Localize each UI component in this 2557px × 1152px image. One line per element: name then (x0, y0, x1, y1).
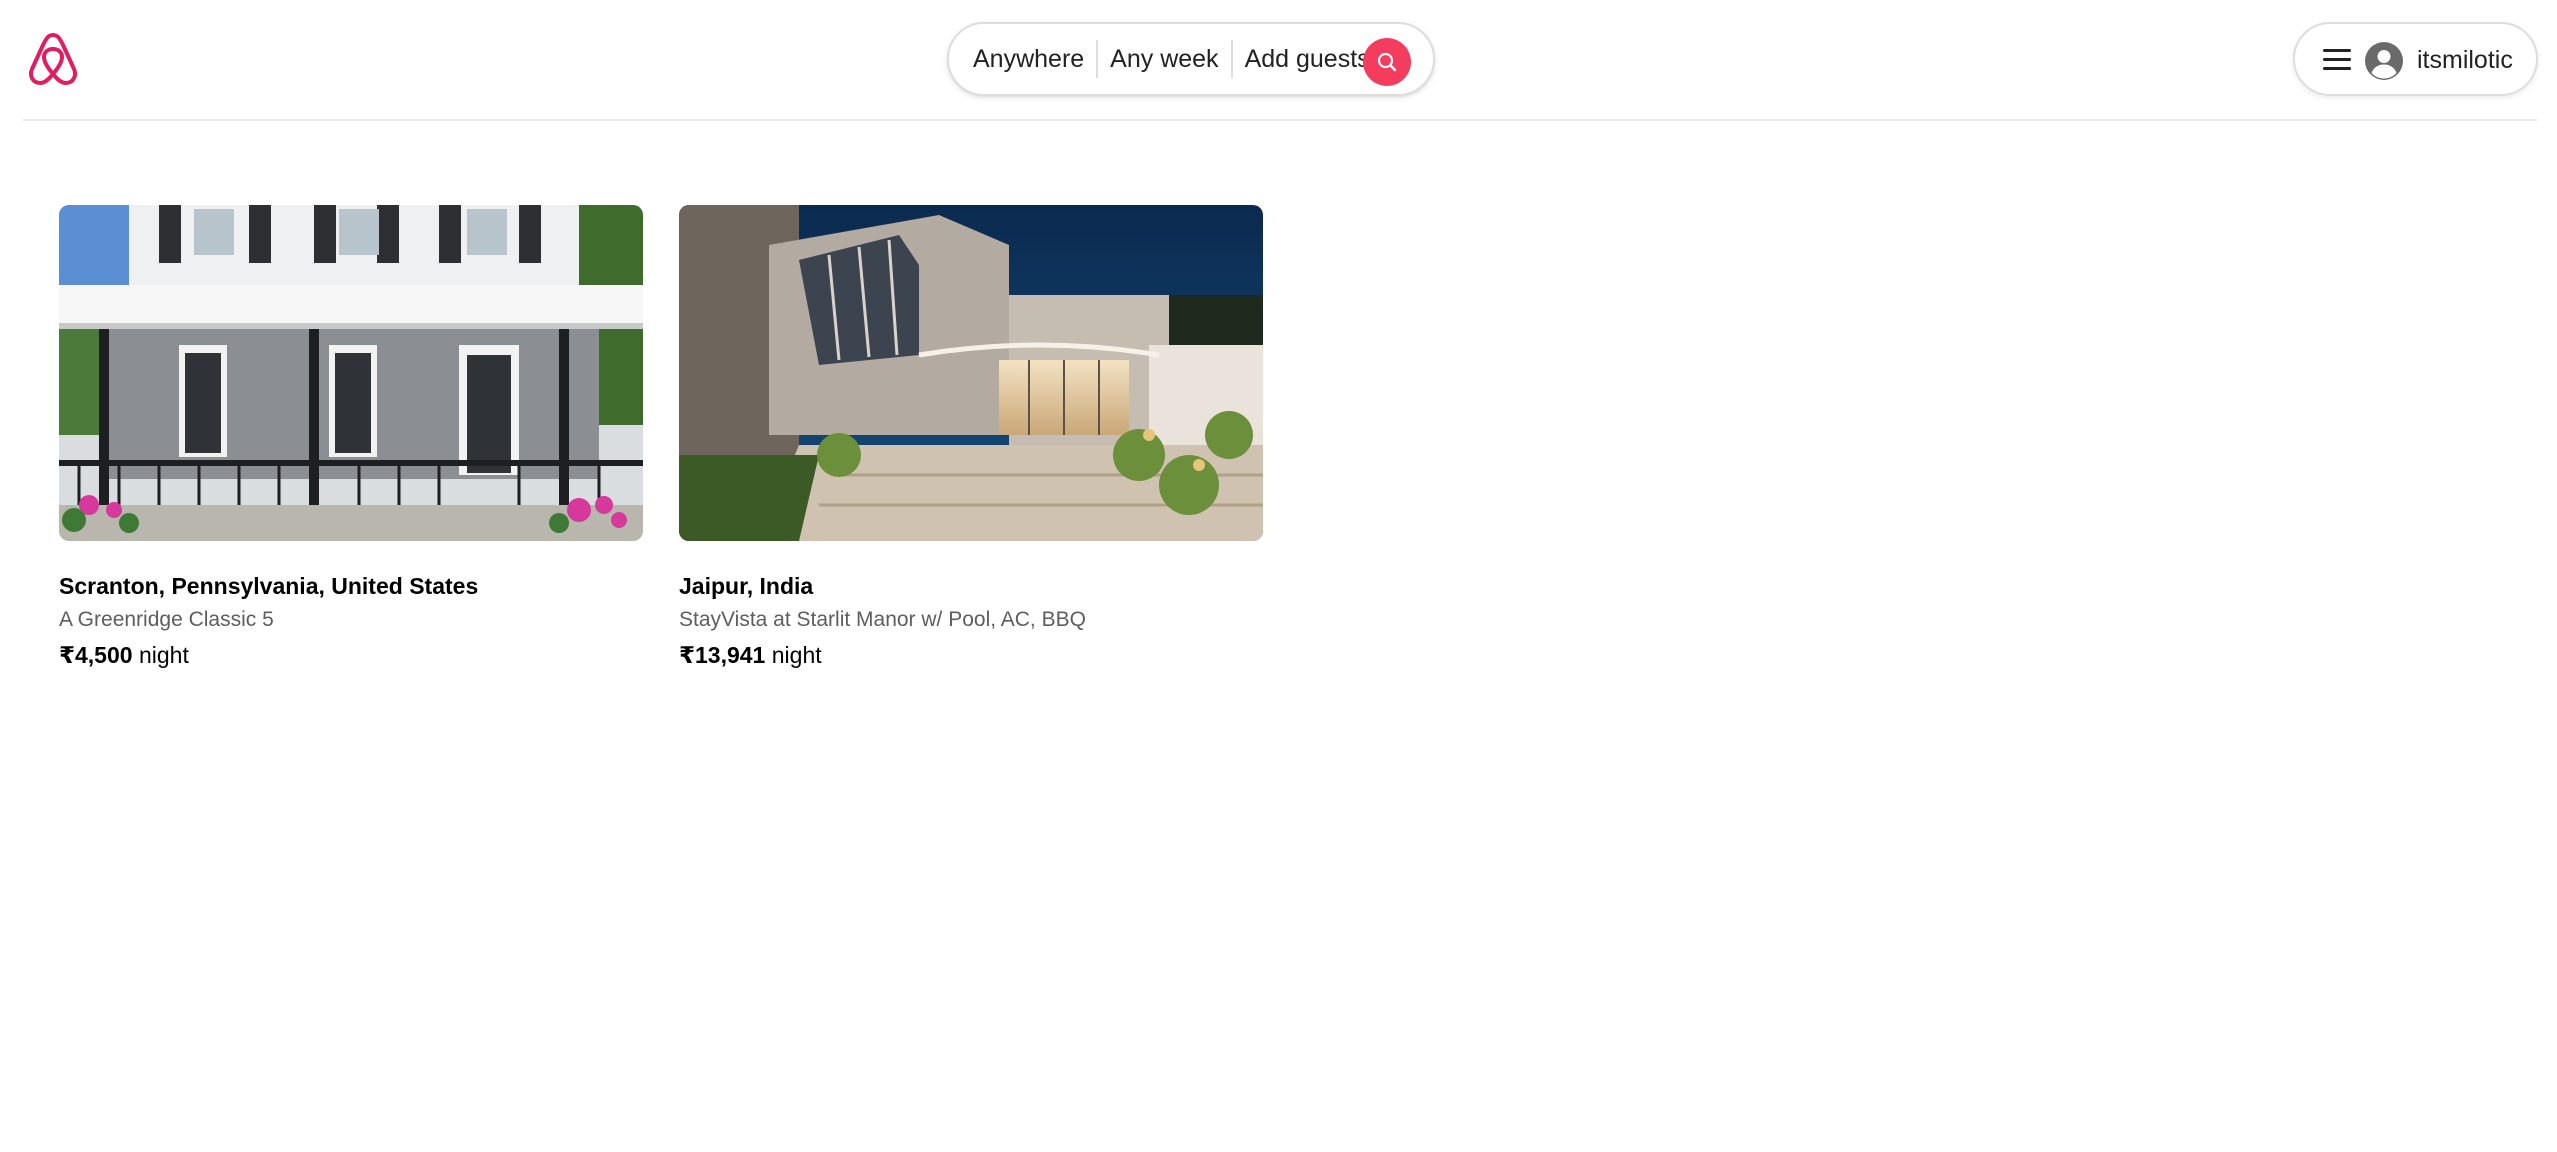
top-navbar: Anywhere Any week Add guests itsmilotic (0, 0, 2557, 121)
listing-photo-white-house[interactable] (59, 205, 643, 541)
listing-title: StayVista at Starlit Manor w/ Pool, AC, … (679, 608, 1086, 631)
search-divider (1230, 40, 1233, 78)
listing-card[interactable]: Scranton, Pennsylvania, United States A … (59, 205, 643, 669)
search-dates-any-week[interactable]: Any week (1110, 45, 1218, 74)
listing-price: ₹4,500 (59, 642, 133, 668)
user-avatar-icon (2365, 42, 2403, 80)
listing-price-row: ₹13,941 night (679, 642, 1263, 669)
listing-title: A Greenridge Classic 5 (59, 608, 274, 631)
listing-price: ₹13,941 (679, 642, 766, 668)
listing-location: Jaipur, India (679, 573, 814, 599)
listing-price-unit: night (138, 642, 189, 668)
listing-price-unit: night (771, 642, 822, 668)
listing-price-row: ₹4,500 night (59, 642, 643, 669)
listing-card[interactable]: Jaipur, India StayVista at Starlit Manor… (679, 205, 1263, 669)
header-divider (23, 119, 2537, 121)
search-divider (1096, 40, 1099, 78)
username-label: itsmilotic (2417, 46, 2513, 74)
search-location-anywhere[interactable]: Anywhere (973, 45, 1084, 74)
search-icon (1377, 52, 1397, 72)
search-bar[interactable]: Anywhere Any week Add guests (947, 22, 1435, 96)
hamburger-menu-icon (2323, 49, 2353, 71)
search-guests-add[interactable]: Add guests (1245, 45, 1370, 74)
user-menu-button[interactable]: itsmilotic (2293, 22, 2538, 96)
search-button[interactable] (1363, 38, 1411, 86)
listing-location: Scranton, Pennsylvania, United States (59, 573, 479, 599)
listing-photo-modern-villa[interactable] (679, 205, 1263, 541)
airbnb-logo-icon[interactable] (26, 31, 80, 87)
